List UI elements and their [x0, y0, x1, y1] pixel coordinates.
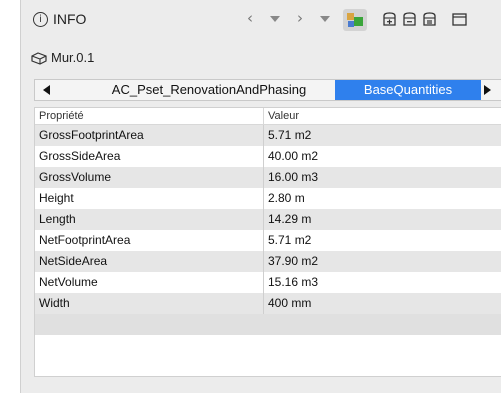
- property-name: GrossFootprintArea: [39, 128, 144, 142]
- table-row[interactable]: NetVolume 15.16 m3: [35, 272, 501, 293]
- property-value: 37.90 m2: [263, 251, 501, 272]
- property-name: NetVolume: [39, 275, 98, 289]
- forward-dropdown-icon[interactable]: [320, 16, 330, 22]
- remove-set-button[interactable]: [421, 11, 438, 28]
- properties-table: Propriété Valeur GrossFootprintArea 5.71 …: [34, 107, 501, 377]
- table-row[interactable]: GrossVolume 16.00 m3: [35, 167, 501, 188]
- table-row[interactable]: GrossFootprintArea 5.71 m2: [35, 125, 501, 146]
- table-row[interactable]: Length 14.29 m: [35, 209, 501, 230]
- property-name: Height: [39, 191, 74, 205]
- info-panel: i INFO ‹ › Mur.0.1 AC_Pset_RenovationAnd…: [20, 0, 501, 393]
- property-name: Width: [39, 296, 70, 310]
- property-value: 5.71 m2: [263, 230, 501, 251]
- property-name: GrossSideArea: [39, 149, 121, 163]
- window-button[interactable]: [451, 11, 468, 28]
- color-cube-icon: [347, 13, 363, 27]
- property-value: 5.71 m2: [263, 125, 501, 146]
- property-name: Length: [39, 212, 76, 226]
- object-name-text: Mur.0.1: [51, 50, 95, 65]
- property-value: 16.00 m3: [263, 167, 501, 188]
- panel-title: i INFO: [33, 11, 86, 27]
- info-icon: i: [33, 11, 48, 27]
- table-header: Propriété Valeur: [35, 108, 501, 125]
- property-name: GrossVolume: [39, 170, 112, 184]
- panel-header: i INFO ‹ ›: [21, 0, 501, 38]
- property-value: 2.80 m: [263, 188, 501, 209]
- edit-set-button[interactable]: [401, 11, 418, 28]
- wall-icon: [31, 51, 47, 65]
- pset-tab-bar: AC_Pset_RenovationAndPhasing BaseQuantit…: [34, 79, 501, 101]
- column-header-property[interactable]: Propriété: [35, 108, 263, 124]
- property-name: NetSideArea: [39, 254, 108, 268]
- forward-icon[interactable]: ›: [297, 9, 303, 27]
- table-row[interactable]: NetFootprintArea 5.71 m2: [35, 230, 501, 251]
- add-set-icon: [383, 12, 396, 26]
- back-dropdown-icon[interactable]: [270, 16, 280, 22]
- property-name: NetFootprintArea: [39, 233, 131, 247]
- color-cube-button[interactable]: [343, 9, 367, 31]
- tab-scroll-right-icon[interactable]: [484, 85, 491, 95]
- empty-row: [35, 314, 501, 335]
- panel-title-text: INFO: [53, 11, 87, 27]
- table-row[interactable]: GrossSideArea 40.00 m2: [35, 146, 501, 167]
- edit-set-icon: [403, 12, 416, 26]
- table-row[interactable]: NetSideArea 37.90 m2: [35, 251, 501, 272]
- property-value: 40.00 m2: [263, 146, 501, 167]
- tab-base-quantities[interactable]: BaseQuantities: [335, 80, 481, 100]
- property-value: 15.16 m3: [263, 272, 501, 293]
- column-header-value[interactable]: Valeur: [263, 108, 501, 124]
- remove-set-icon: [423, 12, 436, 26]
- object-name: Mur.0.1: [31, 50, 94, 65]
- add-set-button[interactable]: [381, 11, 398, 28]
- property-value: 400 mm: [263, 293, 501, 314]
- table-body: GrossFootprintArea 5.71 m2 GrossSideArea 4…: [35, 125, 501, 335]
- window-icon: [452, 13, 467, 26]
- table-row[interactable]: Width 400 mm: [35, 293, 501, 314]
- tab-ac-pset-renovation[interactable]: AC_Pset_RenovationAndPhasing: [65, 80, 353, 100]
- table-row[interactable]: Height 2.80 m: [35, 188, 501, 209]
- property-value: 14.29 m: [263, 209, 501, 230]
- back-icon[interactable]: ‹: [247, 9, 253, 27]
- tab-scroll-left-icon[interactable]: [43, 85, 50, 95]
